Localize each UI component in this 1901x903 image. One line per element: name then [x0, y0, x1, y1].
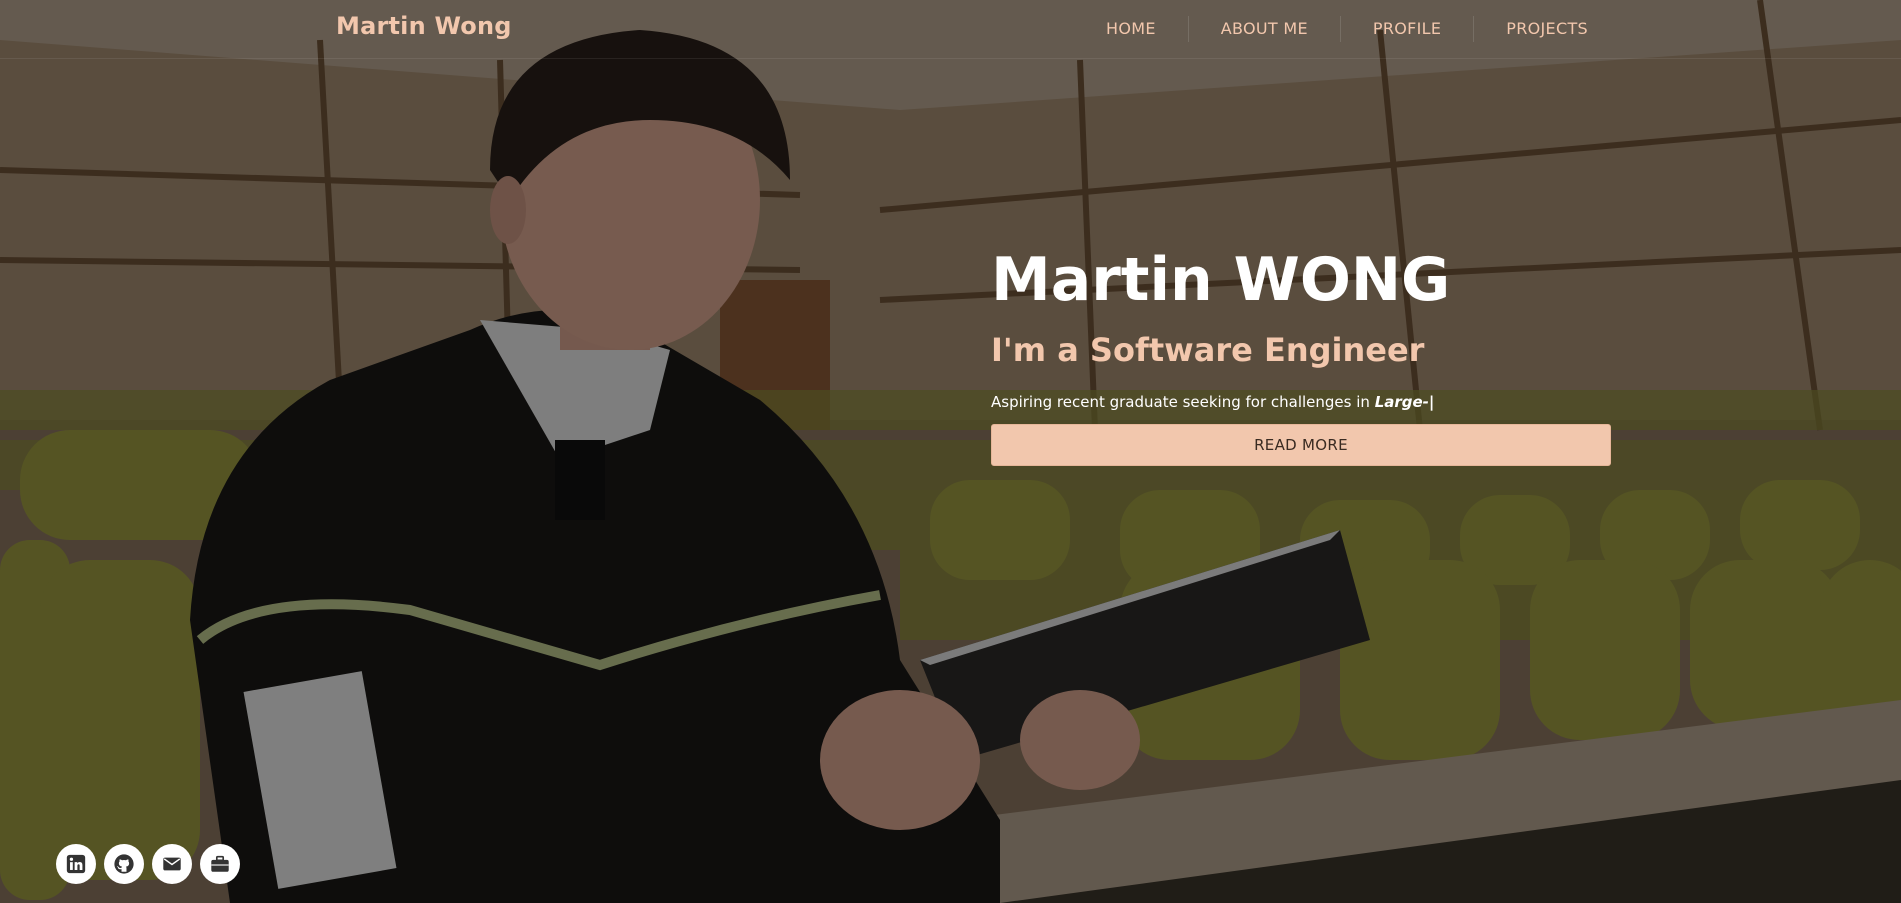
linkedin-icon: [66, 854, 86, 874]
github-link[interactable]: [104, 844, 144, 884]
nav-link-projects[interactable]: PROJECTS: [1473, 16, 1620, 42]
hero-dark-overlay: [0, 0, 1901, 903]
hero-role-subheading: I'm a Software Engineer: [991, 331, 1425, 369]
social-links: [56, 844, 240, 884]
mail-icon: [163, 857, 181, 871]
brand-logo[interactable]: Martin Wong: [336, 12, 512, 40]
typed-text: Large-|: [1374, 393, 1435, 411]
hero-description: Aspiring recent graduate seeking for cha…: [991, 392, 1611, 412]
nav-links: HOME ABOUT ME PROFILE PROJECTS: [1074, 0, 1620, 58]
linkedin-link[interactable]: [56, 844, 96, 884]
hero-description-text: Aspiring recent graduate seeking for cha…: [991, 393, 1375, 411]
github-icon: [114, 854, 134, 874]
hero-content: Martin WONG I'm a Software Engineer Aspi…: [991, 240, 1611, 466]
navbar: Martin Wong HOME ABOUT ME PROFILE PROJEC…: [0, 0, 1901, 59]
portfolio-link[interactable]: [200, 844, 240, 884]
read-more-button[interactable]: READ MORE: [991, 424, 1611, 466]
briefcase-icon: [211, 855, 229, 872]
nav-link-home[interactable]: HOME: [1074, 16, 1188, 42]
nav-link-profile[interactable]: PROFILE: [1339, 16, 1473, 42]
hero-name-heading: Martin WONG: [991, 245, 1451, 315]
email-link[interactable]: [152, 844, 192, 884]
nav-link-about-me[interactable]: ABOUT ME: [1187, 16, 1340, 42]
hero-section: Martin Wong HOME ABOUT ME PROFILE PROJEC…: [0, 0, 1901, 903]
